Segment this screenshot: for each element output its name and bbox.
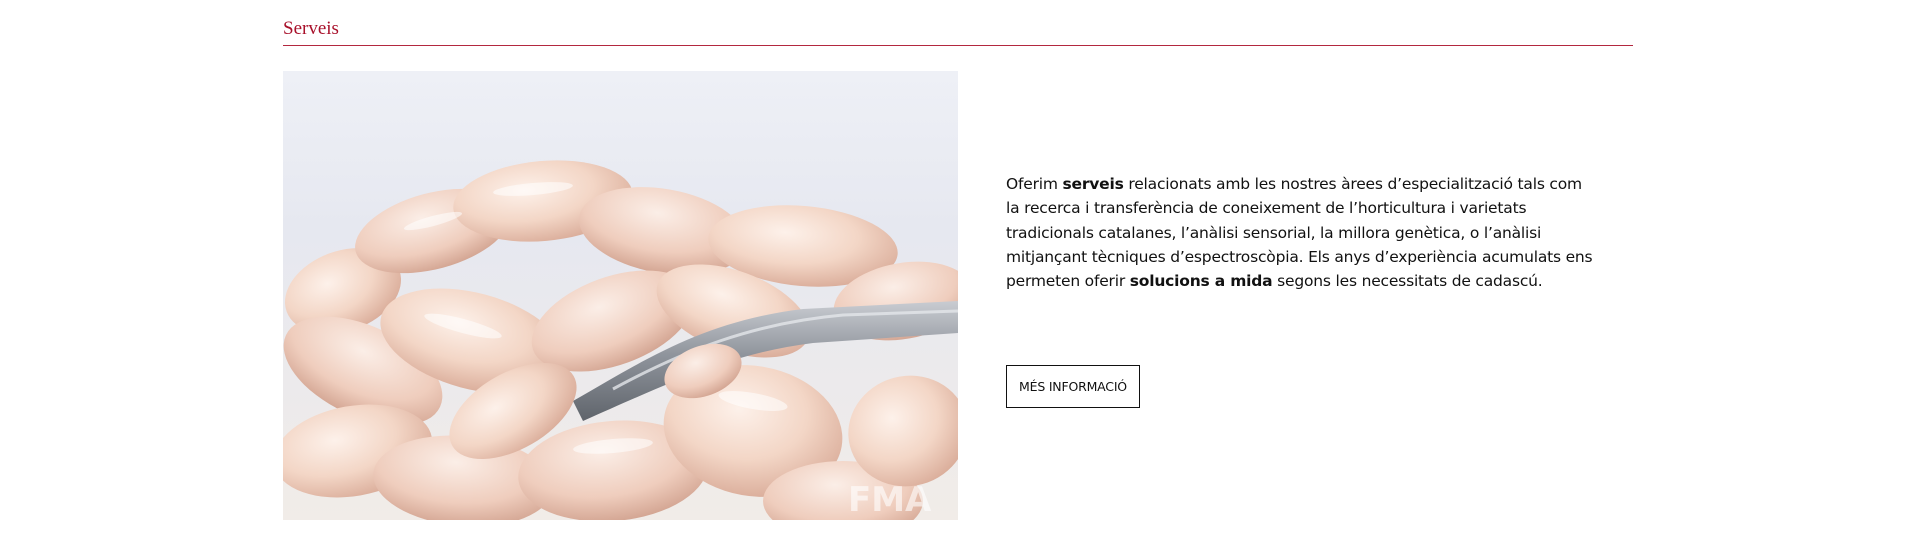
services-photo: FMA <box>283 71 958 520</box>
section-divider <box>283 45 1633 46</box>
services-section: Serveis FMA Oferim serveis relacionats a… <box>283 0 1633 548</box>
description-text: segons les necessitats de cadascú. <box>1272 272 1543 291</box>
description-bold-solutions: solucions a mida <box>1129 272 1273 291</box>
description-text: Oferim <box>1006 175 1063 193</box>
section-title: Serveis <box>283 18 339 39</box>
services-description: Oferim serveis relacionats amb les nostr… <box>1006 172 1596 293</box>
description-bold-services: serveis <box>1062 175 1124 193</box>
more-info-button[interactable]: MÉS INFORMACIÓ <box>1006 365 1140 408</box>
photo-watermark: FMA <box>848 480 932 520</box>
